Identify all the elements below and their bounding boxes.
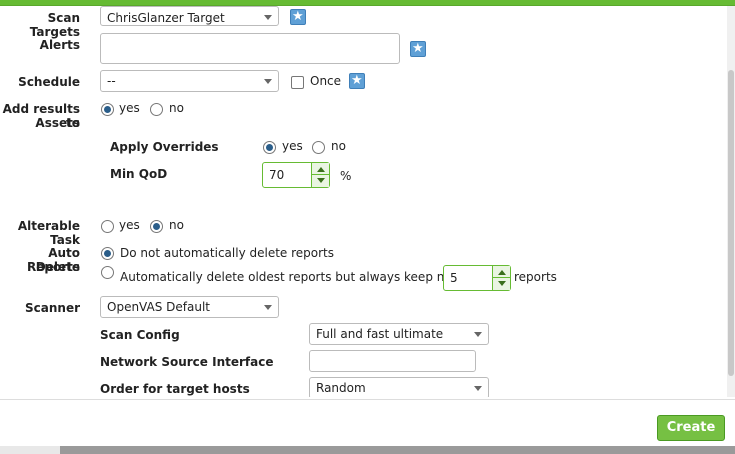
vertical-scrollbar-thumb[interactable] <box>728 70 734 376</box>
order-target-hosts-label: Order for target hosts <box>100 382 250 396</box>
scan-config-label: Scan Config <box>100 328 180 342</box>
apply-overrides-no-radio[interactable] <box>312 141 325 154</box>
min-qod-value: 70 <box>269 168 285 182</box>
network-source-interface-label: Network Source Interface <box>100 355 274 369</box>
horizontal-scrollbar-thumb[interactable] <box>60 446 735 454</box>
schedule-once-checkbox[interactable] <box>291 76 304 89</box>
new-target-star-icon[interactable] <box>290 8 306 26</box>
add-results-yes-radio[interactable] <box>101 103 114 116</box>
add-results-no-label: no <box>169 101 184 115</box>
auto-delete-keep-spinner[interactable]: 5 <box>443 265 511 291</box>
add-results-no-radio[interactable] <box>150 103 163 116</box>
decrement-arrow-icon[interactable] <box>312 175 329 187</box>
add-results-yes-label: yes <box>119 101 140 115</box>
auto-delete-no-radio[interactable] <box>101 247 114 260</box>
apply-overrides-label: Apply Overrides <box>110 140 219 154</box>
network-source-interface-field[interactable] <box>309 350 476 372</box>
auto-delete-no-label: Do not automatically delete reports <box>120 246 335 260</box>
schedule-label: Schedule <box>18 75 80 89</box>
dialog-content: Scan Targets ChrisGlanzer Target Alerts … <box>0 6 727 397</box>
chevron-down-icon <box>264 79 272 84</box>
scan-config-value: Full and fast ultimate <box>316 327 444 341</box>
apply-overrides-yes-radio[interactable] <box>263 141 276 154</box>
auto-delete-stepper-buttons <box>492 266 510 290</box>
new-alert-star-icon[interactable] <box>410 40 426 58</box>
vertical-scrollbar[interactable] <box>727 6 735 397</box>
horizontal-scrollbar-track-left <box>0 446 60 454</box>
auto-delete-keep-label: Automatically delete oldest reports but … <box>120 270 480 284</box>
add-results-label-line2: Assets <box>35 116 80 130</box>
scanner-select[interactable]: OpenVAS Default <box>100 296 279 318</box>
min-qod-unit: % <box>340 169 352 183</box>
auto-delete-keep-value: 5 <box>450 271 458 285</box>
min-qod-spinner[interactable]: 70 <box>262 162 330 188</box>
alterable-task-yes-label: yes <box>119 218 140 232</box>
schedule-once-label: Once <box>310 74 342 88</box>
new-schedule-star-icon[interactable] <box>349 72 365 90</box>
scan-targets-select[interactable]: ChrisGlanzer Target <box>100 6 279 26</box>
create-button[interactable]: Create <box>657 415 725 441</box>
schedule-value: -- <box>107 74 116 88</box>
increment-arrow-icon[interactable] <box>493 266 510 278</box>
chevron-down-icon <box>474 332 482 337</box>
footer-divider <box>0 399 735 400</box>
min-qod-stepper-buttons <box>311 163 329 187</box>
alterable-task-no-radio[interactable] <box>150 220 163 233</box>
alerts-field[interactable] <box>100 33 400 64</box>
scan-targets-value: ChrisGlanzer Target <box>107 11 225 25</box>
alterable-task-label: Alterable Task <box>17 219 80 247</box>
chevron-down-icon <box>264 305 272 310</box>
order-target-hosts-select[interactable]: Random <box>309 377 489 397</box>
scan-targets-label: Scan Targets <box>29 11 80 39</box>
chevron-down-icon <box>264 15 272 20</box>
auto-delete-keep-radio[interactable] <box>101 266 114 279</box>
alerts-label: Alerts <box>39 38 80 52</box>
schedule-select[interactable]: -- <box>100 70 279 92</box>
apply-overrides-no-label: no <box>331 139 346 153</box>
chevron-down-icon <box>474 386 482 391</box>
decrement-arrow-icon[interactable] <box>493 278 510 290</box>
min-qod-label: Min QoD <box>110 167 168 181</box>
scan-config-select[interactable]: Full and fast ultimate <box>309 323 489 345</box>
scanner-label: Scanner <box>25 301 80 315</box>
apply-overrides-yes-label: yes <box>282 139 303 153</box>
order-target-hosts-value: Random <box>316 381 366 395</box>
alterable-task-yes-radio[interactable] <box>101 220 114 233</box>
scanner-value: OpenVAS Default <box>107 300 210 314</box>
alterable-task-no-label: no <box>169 218 184 232</box>
horizontal-scrollbar[interactable] <box>0 446 735 454</box>
auto-delete-keep-unit: reports <box>514 270 557 284</box>
increment-arrow-icon[interactable] <box>312 163 329 175</box>
auto-delete-label-line2: Reports <box>26 260 80 274</box>
